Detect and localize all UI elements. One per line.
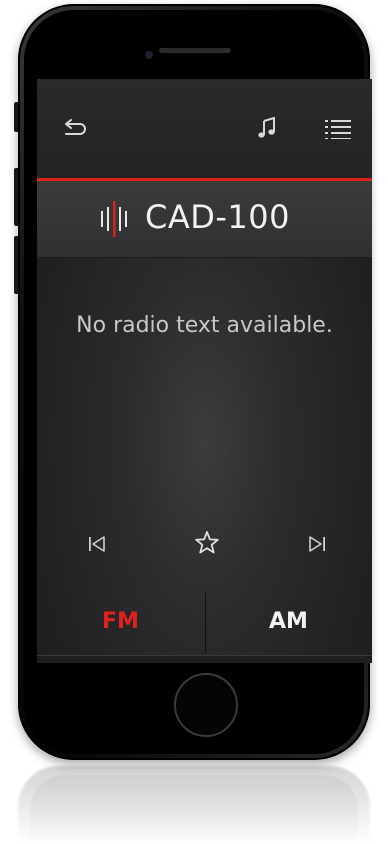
station-header: CAD-100 xyxy=(37,181,372,258)
band-fm-button[interactable]: FM xyxy=(37,591,204,653)
front-camera xyxy=(146,52,152,58)
phone-reflection-inner xyxy=(30,775,358,844)
skip-next-icon[interactable] xyxy=(304,531,330,557)
app-screen: CAD-100 No radio text available. FM AM xyxy=(37,79,372,663)
radio-text-message: No radio text available. xyxy=(76,313,333,338)
station-name: CAD-100 xyxy=(145,198,290,236)
bottom-edge-strip xyxy=(37,655,372,663)
home-button[interactable] xyxy=(174,673,238,737)
app-mockup: CAD-100 No radio text available. FM AM xyxy=(0,0,388,844)
band-selector: FM AM xyxy=(37,591,372,653)
sound-wave-icon xyxy=(99,201,139,237)
earpiece-speaker xyxy=(159,48,231,53)
back-arrow-icon[interactable] xyxy=(63,117,89,137)
music-note-icon[interactable] xyxy=(257,116,277,139)
list-menu-icon[interactable] xyxy=(325,119,351,139)
skip-previous-icon[interactable] xyxy=(84,531,110,557)
star-outline-icon[interactable] xyxy=(193,529,221,557)
band-am-button[interactable]: AM xyxy=(205,591,372,653)
top-toolbar xyxy=(37,79,372,179)
